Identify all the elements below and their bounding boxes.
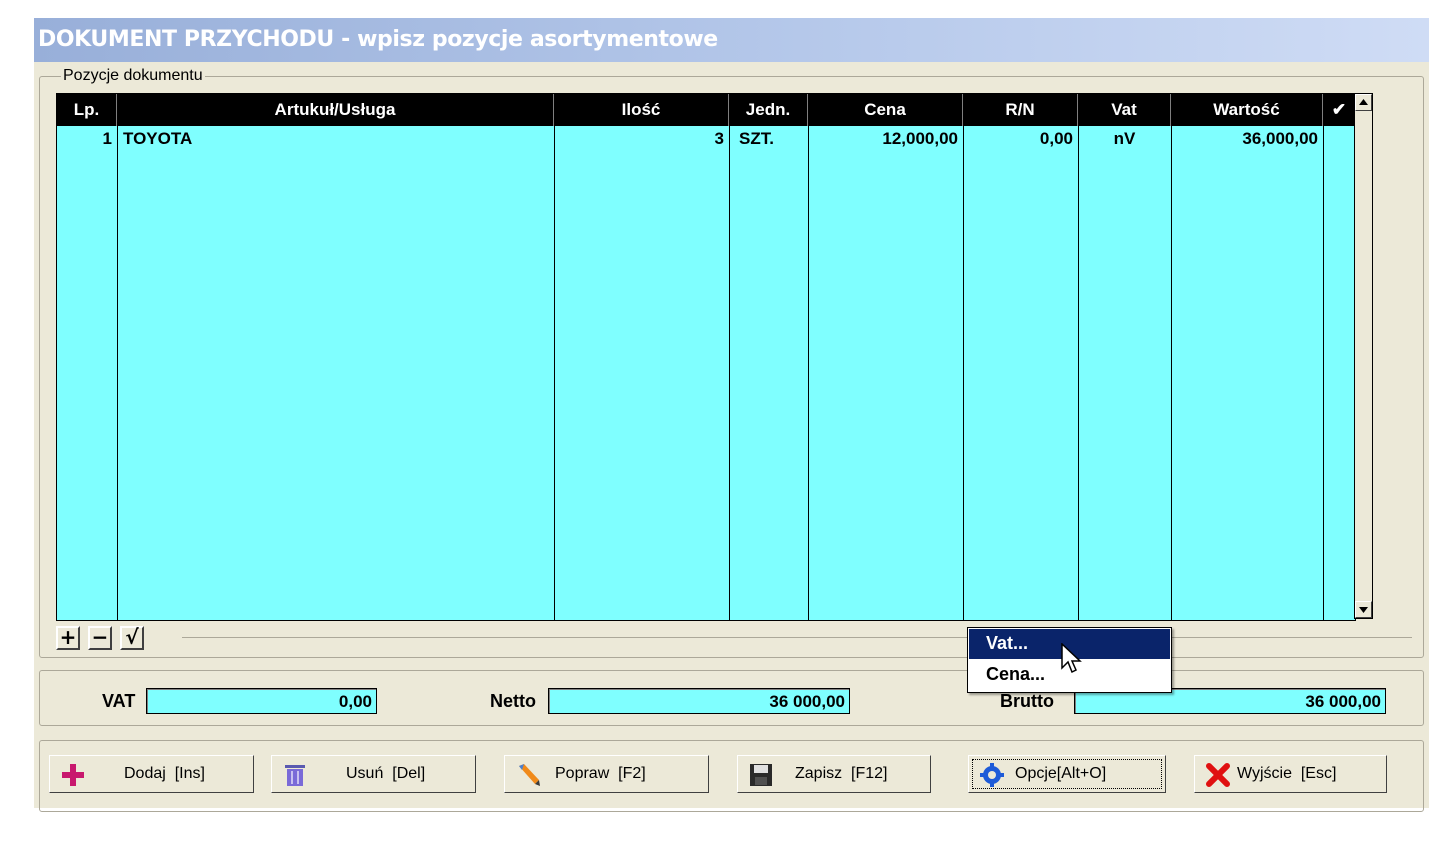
mouse-cursor-icon <box>1061 643 1082 674</box>
scroll-down-button[interactable] <box>1355 601 1372 618</box>
cell-artykul: TOYOTA <box>123 129 193 148</box>
close-icon <box>1206 763 1230 787</box>
positions-grid[interactable]: Lp. Artukuł/Usługa Ilość Jedn. Cena R/N … <box>56 93 1356 621</box>
nav-check-button[interactable]: √ <box>120 626 144 650</box>
brutto-label: Brutto <box>1000 691 1054 711</box>
save-button-label: Zapisz [F12] <box>795 765 888 782</box>
plus-icon <box>62 764 84 786</box>
save-button[interactable]: Zapisz [F12] <box>737 755 931 793</box>
options-button-label: Opcje[Alt+O] <box>1015 765 1107 782</box>
netto-total-field: 36 000,00 <box>548 688 850 714</box>
gear-icon <box>980 763 1004 787</box>
col-lp[interactable]: Lp. <box>57 94 117 126</box>
col-wartosc[interactable]: Wartość <box>1171 94 1323 126</box>
edit-button[interactable]: Popraw [F2] <box>504 755 709 793</box>
nav-separator <box>182 637 1412 638</box>
arrow-down-icon <box>1359 607 1368 613</box>
col-vat[interactable]: Vat <box>1078 94 1171 126</box>
cell-vat: nV <box>1113 129 1136 148</box>
grid-divider <box>1171 126 1172 620</box>
delete-button-label: Usuń [Del] <box>346 765 426 782</box>
cell-rn: 0,00 <box>1039 129 1073 148</box>
grid-divider <box>1323 126 1324 620</box>
col-check[interactable]: ✔ <box>1323 94 1355 126</box>
grid-divider <box>963 126 964 620</box>
nav-add-button[interactable]: + <box>56 626 80 650</box>
col-artykul[interactable]: Artukuł/Usługa <box>117 94 554 126</box>
grid-scrollbar[interactable] <box>1354 93 1373 619</box>
cell-lp: 1 <box>102 129 112 148</box>
col-jedn[interactable]: Jedn. <box>729 94 808 126</box>
col-cena[interactable]: Cena <box>808 94 963 126</box>
floppy-icon <box>750 764 772 786</box>
cell-ilosc: 3 <box>714 129 724 148</box>
netto-label: Netto <box>490 691 536 711</box>
add-button[interactable]: Dodaj [Ins] <box>49 755 254 793</box>
window-title: DOKUMENT PRZYCHODU - wpisz pozycje asort… <box>34 18 1429 62</box>
options-button[interactable]: Opcje[Alt+O] <box>968 755 1166 793</box>
pencil-icon <box>519 764 540 786</box>
vat-total-field: 0,00 <box>146 688 377 714</box>
cell-cena: 12,000,00 <box>882 129 958 148</box>
vat-label: VAT <box>102 691 136 711</box>
grid-divider <box>808 126 809 620</box>
exit-button[interactable]: Wyjście [Esc] <box>1194 755 1387 793</box>
col-rn[interactable]: R/N <box>963 94 1078 126</box>
grid-header: Lp. Artukuł/Usługa Ilość Jedn. Cena R/N … <box>57 94 1355 126</box>
arrow-up-icon <box>1359 99 1368 105</box>
edit-button-label: Popraw [F2] <box>555 765 646 782</box>
grid-divider <box>117 126 118 620</box>
add-button-label: Dodaj [Ins] <box>124 765 205 782</box>
grid-divider <box>729 126 730 620</box>
delete-button[interactable]: Usuń [Del] <box>271 755 476 793</box>
scroll-up-button[interactable] <box>1355 94 1372 111</box>
trash-icon <box>285 765 305 786</box>
col-ilosc[interactable]: Ilość <box>554 94 729 126</box>
cell-jedn: SZT. <box>739 129 774 148</box>
grid-divider <box>554 126 555 620</box>
grid-divider <box>1078 126 1079 620</box>
nav-remove-button[interactable]: − <box>88 626 112 650</box>
cell-wartosc: 36,000,00 <box>1242 129 1318 148</box>
exit-button-label: Wyjście [Esc] <box>1237 765 1337 782</box>
group-title: Pozycje dokumentu <box>61 66 205 86</box>
